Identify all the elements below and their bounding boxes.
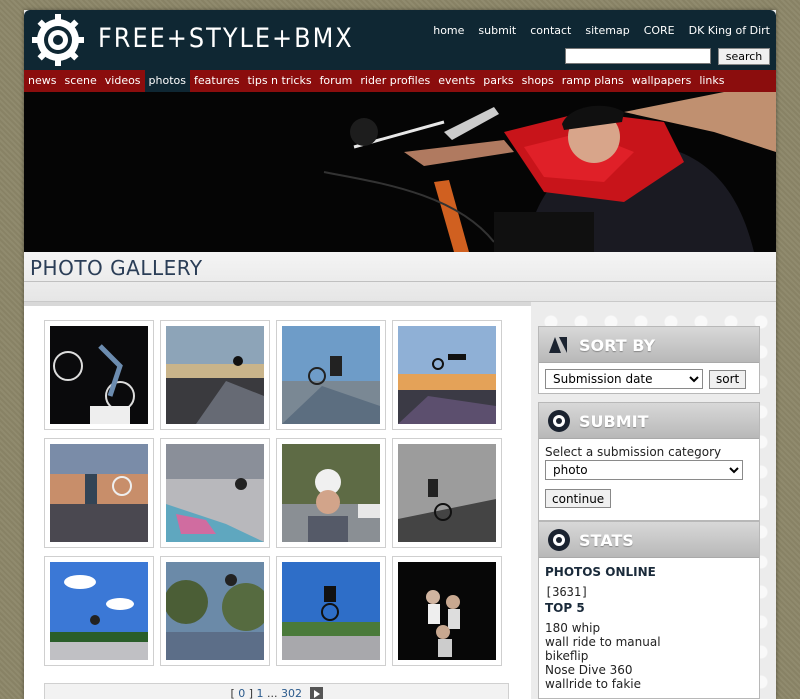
topnav-home[interactable]: home [433,24,464,37]
submit-panel: SUBMIT Select a submission category phot… [538,402,760,521]
nav-videos[interactable]: videos [101,70,145,92]
title-divider [24,281,776,282]
sort-by-select[interactable]: Submission date [545,369,703,389]
thumbnail-11[interactable] [276,556,386,666]
pager-page-1[interactable]: 1 [257,687,264,699]
photo-rider-portrait-helmet [282,444,380,542]
nav-events[interactable]: events [434,70,479,92]
topnav-contact[interactable]: contact [530,24,571,37]
topnav-sitemap[interactable]: sitemap [585,24,629,37]
photo-bmx-street-air [282,562,380,660]
gear-logo-icon[interactable] [31,13,85,67]
top-five-list: 180 whip wall ride to manual bikeflip No… [545,621,753,691]
sort-panel: SORT BY Submission date sort [538,326,760,394]
thumbnail-5[interactable] [44,438,154,548]
nav-forum[interactable]: forum [316,70,357,92]
pager-current-page[interactable]: 0 [238,687,245,699]
search-button[interactable]: search [718,48,770,65]
site-logo-text[interactable]: FREE+STYLE+BMX [98,23,354,54]
photos-online-count: [3631] [545,585,589,599]
submit-panel-body: Select a submission category photo conti… [539,439,759,514]
thumbnail-7[interactable] [276,438,386,548]
photo-bmx-graffiti-ramp [166,444,264,542]
photos-online-label: PHOTOS ONLINE [545,565,656,579]
photo-bmx-sunset-air [398,326,496,424]
submit-panel-header: SUBMIT [539,403,759,439]
thumbnail-2[interactable] [160,320,270,430]
top-trick-item[interactable]: Nose Dive 360 [545,663,753,677]
submission-category-label: Select a submission category [545,445,722,459]
photo-bmx-trees-air [166,562,264,660]
sort-panel-header: SORT BY [539,327,759,363]
hero-banner-image [24,92,776,252]
photo-bmx-blue-sky [50,562,148,660]
topnav-dk-king-of-dirt[interactable]: DK King of Dirt [689,24,770,37]
stats-panel-title: STATS [579,531,634,550]
nav-parks[interactable]: parks [479,70,517,92]
nav-wallpapers[interactable]: wallpapers [628,70,696,92]
sort-panel-title: SORT BY [579,336,656,355]
pager-open-bracket: [ [230,687,235,699]
thumbnail-8[interactable] [392,438,502,548]
nav-photos[interactable]: photos [144,70,191,92]
continue-button[interactable]: continue [545,489,612,508]
photo-bmx-night-trick [50,326,148,424]
page-title: PHOTO GALLERY [30,256,203,280]
sort-az-icon [549,337,567,353]
next-page-arrow-icon[interactable] [309,686,323,699]
thumbnail-grid [44,320,502,666]
thumbnail-9[interactable] [44,556,154,666]
pager-ellipsis: ... [267,687,278,699]
thumbnail-10[interactable] [160,556,270,666]
sort-button[interactable]: sort [709,369,747,389]
pager-close-bracket: ] [248,687,254,699]
photo-bmx-skatepark-blue [282,326,380,424]
sort-panel-body: Submission date sort [539,363,759,395]
stats-panel: STATS PHOTOS ONLINE [3631] TOP 5 180 whi… [538,521,760,699]
top-trick-item[interactable]: bikeflip [545,649,753,663]
stats-panel-header: STATS [539,522,759,558]
submit-panel-title: SUBMIT [579,412,649,431]
page-frame: FREE+STYLE+BMX home submit contact sitem… [24,10,776,699]
nav-news[interactable]: news [24,70,60,92]
stats-panel-body: PHOTOS ONLINE [3631] TOP 5 180 whip wall… [539,558,759,697]
gear-icon [548,410,570,432]
main-navigation: news scene videos photos features tips n… [24,70,776,92]
topnav-core[interactable]: CORE [644,24,675,37]
thumbnail-3[interactable] [276,320,386,430]
nav-tips-n-tricks[interactable]: tips n tricks [243,70,315,92]
nav-links[interactable]: links [695,70,728,92]
photo-riders-group-night [398,562,496,660]
nav-features[interactable]: features [190,70,243,92]
top-five-label: TOP 5 [545,601,585,615]
photo-bmx-sunset-air-2 [50,444,148,542]
pagination: [ 0 ] 1 ... 302 [44,683,509,699]
gear-icon [548,529,570,551]
nav-scene[interactable]: scene [60,70,100,92]
top-navigation: home submit contact sitemap CORE DK King… [433,24,770,37]
nav-ramp-plans[interactable]: ramp plans [558,70,628,92]
search-input[interactable] [565,48,711,64]
top-trick-item[interactable]: 180 whip [545,621,753,635]
submission-category-select[interactable]: photo [545,460,743,480]
site-header: FREE+STYLE+BMX home submit contact sitem… [24,10,776,70]
thumbnail-1[interactable] [44,320,154,430]
top-trick-item[interactable]: wall ride to manual [545,635,753,649]
page-title-bar: PHOTO GALLERY [24,252,776,302]
nav-rider-profiles[interactable]: rider profiles [356,70,434,92]
thumbnail-12[interactable] [392,556,502,666]
thumbnail-6[interactable] [160,438,270,548]
top-trick-item[interactable]: wallride to fakie [545,677,753,691]
nav-shops[interactable]: shops [518,70,558,92]
thumbnail-4[interactable] [392,320,502,430]
topnav-submit[interactable]: submit [478,24,516,37]
pager-last-page[interactable]: 302 [281,687,302,699]
photo-bmx-sunset-ramp-1 [166,326,264,424]
photo-bmx-bw-air [398,444,496,542]
